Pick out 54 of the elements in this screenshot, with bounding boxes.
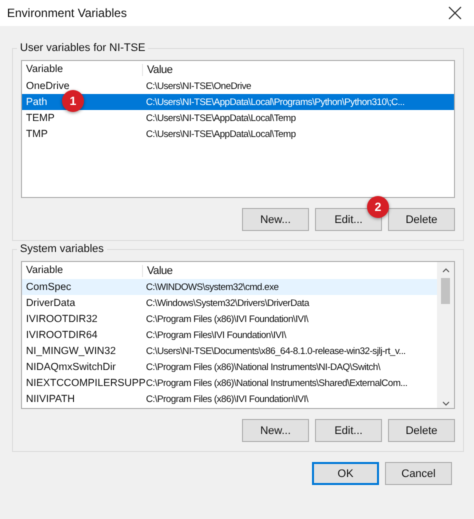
scroll-down-icon[interactable] — [440, 400, 450, 408]
dialog-button[interactable]: New... — [242, 208, 309, 231]
dialog-button[interactable]: New... — [242, 419, 309, 442]
list-row[interactable]: IVIROOTDIR32 C:\Program Files (x86)\IVI Foundation\IVI\ — [22, 311, 437, 327]
variable-name: TEMP — [26, 112, 55, 124]
variable-name: Path — [26, 96, 48, 108]
variable-name: IVIROOTDIR32 — [26, 314, 98, 324]
variable-value: C:\Users\NI-TSE\OneDrive — [145, 80, 252, 92]
variable-name: ComSpec — [26, 282, 72, 292]
column-header[interactable]: Variable — [22, 64, 142, 75]
list-row[interactable]: TMP C:\Users\NI-TSE\AppData\Local\Temp — [22, 126, 454, 142]
scrollbar-thumb[interactable] — [441, 278, 450, 304]
callout-badge: 1 — [62, 90, 84, 112]
variable-name: OneDrive — [26, 80, 70, 92]
column-header[interactable]: Value — [142, 64, 173, 76]
variable-name: NIDAQmxSwitchDir — [26, 362, 116, 372]
variable-name: NI_MINGW_WIN32 — [26, 346, 116, 356]
variable-name: DriverData — [26, 298, 76, 308]
variable-value: C:\Program Files (x86)\National Instruments\NI-DAQ\Switch\ — [145, 362, 380, 372]
variable-value: C:\Users\NI-TSE\Documents\x86_64-8.1.0-release-win32-sjlj-rt_v... — [145, 346, 406, 356]
group-label: User variables for NI-TSE — [17, 42, 148, 54]
column-header[interactable]: Variable — [22, 265, 142, 276]
variable-value: C:\Program Files\IVI Foundation\IVI\ — [145, 330, 286, 340]
list-row[interactable]: TEMP C:\Users\NI-TSE\AppData\Local\Temp — [22, 110, 454, 126]
variable-value: C:\Program Files (x86)\National Instruments\Shared\ExternalCom... — [145, 378, 408, 388]
list-row[interactable]: NI_MINGW_WIN32 C:\Users\NI-TSE\Documents\x86_64-8.1.0-release-win32-sjlj-rt_v... — [22, 343, 437, 359]
list-row[interactable]: DriverData C:\Windows\System32\Drivers\DriverData — [22, 295, 437, 311]
scroll-up-icon[interactable] — [440, 266, 450, 274]
variable-value: C:\Users\NI-TSE\AppData\Local\Temp — [145, 112, 296, 124]
variable-value: C:\Program Files (x86)\IVI Foundation\IVI\ — [145, 394, 308, 404]
dialog-button[interactable]: Delete — [388, 419, 455, 442]
list-row[interactable]: NIIVIPATH C:\Program Files (x86)\IVI Foundation\IVI\ — [22, 391, 437, 407]
close-icon[interactable] — [448, 6, 462, 20]
list-row[interactable]: NIEXTCCOMPILERSUPPC:\Program Files (x86)\National Instruments\Shared\ExternalCom... — [22, 375, 437, 391]
variable-value: C:\Program Files (x86)\IVI Foundation\IVI\ — [145, 314, 308, 324]
variable-value: C:\Users\NI-TSE\AppData\Local\Programs\Python\Python310\;C... — [145, 96, 404, 108]
variable-name: NIEXTCCOMPILERSUPP — [26, 378, 146, 388]
list-row[interactable]: IVIROOTDIR64 C:\Program Files\IVI Foundation\IVI\ — [22, 327, 437, 343]
scrollbar[interactable] — [437, 262, 454, 408]
dialog-button[interactable]: OK — [312, 462, 379, 485]
list-row[interactable]: ComSpec C:\WINDOWS\system32\cmd.exe — [22, 279, 437, 295]
dialog-button[interactable]: Cancel — [385, 462, 452, 485]
dialog-button[interactable]: Edit... — [315, 419, 382, 442]
variable-name: TMP — [26, 128, 48, 140]
column-header[interactable]: Value — [142, 264, 173, 276]
variable-name: NIIVIPATH — [26, 394, 75, 404]
list-row[interactable]: NIDAQmxSwitchDir C:\Program Files (x86)\National Instruments\NI-DAQ\Switch\ — [22, 359, 437, 375]
variable-name: IVIROOTDIR64 — [26, 330, 98, 340]
variable-value: C:\Users\NI-TSE\AppData\Local\Temp — [145, 128, 296, 140]
variable-value: C:\Windows\System32\Drivers\DriverData — [145, 298, 310, 308]
variable-value: C:\WINDOWS\system32\cmd.exe — [145, 282, 279, 292]
dialog-button[interactable]: Delete — [388, 208, 455, 231]
window-title: Environment Variables — [7, 6, 127, 20]
group-label: System variables — [17, 243, 107, 255]
